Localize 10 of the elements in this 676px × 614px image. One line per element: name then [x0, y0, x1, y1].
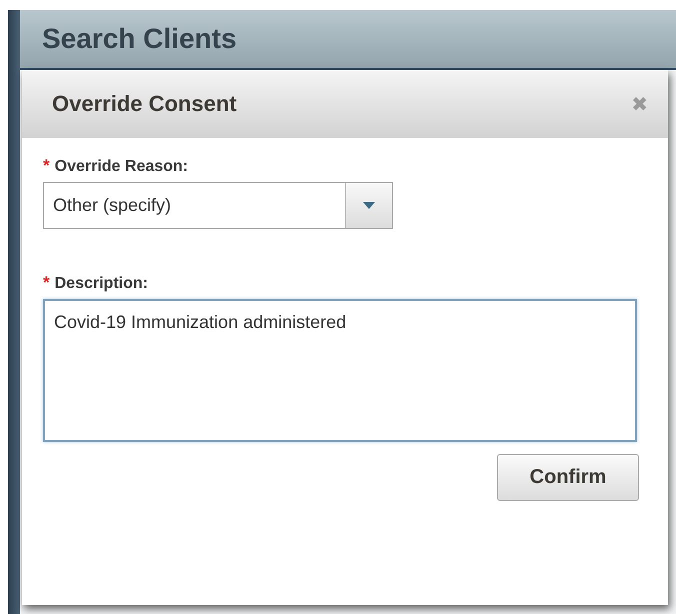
- page-title: Search Clients: [42, 23, 237, 55]
- dropdown-arrow-icon: [363, 202, 375, 209]
- field-label: Description:: [54, 275, 148, 293]
- field-label: Override Reason:: [54, 158, 188, 176]
- dropdown[interactable]: Other (specify): [43, 182, 393, 229]
- required-mark: *: [43, 273, 50, 293]
- confirm-button[interactable]: Confirm: [497, 454, 639, 501]
- required-mark: *: [43, 156, 50, 176]
- dialog-title: Override Consent: [52, 91, 237, 117]
- description-field[interactable]: Covid-19 Immunization administered: [43, 299, 637, 442]
